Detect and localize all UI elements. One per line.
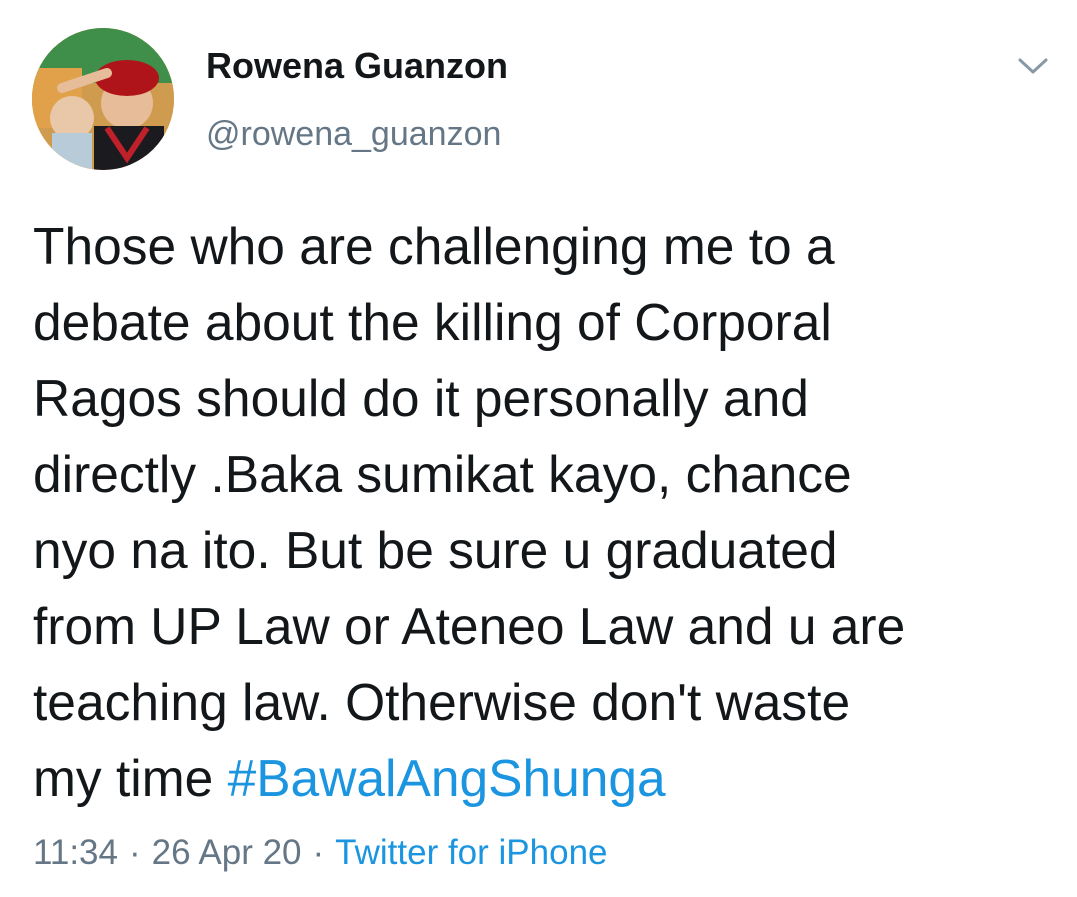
tweet-text-line: Those who are challenging me to a bbox=[33, 217, 835, 275]
tweet-options-button[interactable] bbox=[1008, 44, 1058, 88]
tweet-text-last-line: my time #BawalAngShunga bbox=[33, 740, 1063, 816]
display-name[interactable]: Rowena Guanzon bbox=[206, 44, 508, 88]
avatar[interactable] bbox=[32, 28, 174, 170]
author-block: Rowena Guanzon @rowena_guanzon bbox=[206, 44, 508, 154]
tweet-source-link[interactable]: Twitter for iPhone bbox=[335, 833, 607, 872]
tweet-text-line: nyo na ito. But be sure u graduated bbox=[33, 521, 838, 579]
tweet-text-line: debate about the killing of Corporal bbox=[33, 293, 832, 351]
tweet-text-line: my time bbox=[33, 749, 228, 807]
user-handle[interactable]: @rowena_guanzon bbox=[206, 114, 508, 154]
tweet-meta: 11:34 · 26 Apr 20 · Twitter for iPhone bbox=[33, 830, 608, 876]
meta-separator: · bbox=[312, 833, 325, 872]
tweet-date[interactable]: 26 Apr 20 bbox=[152, 833, 302, 872]
tweet-text: Those who are challenging me to a debate… bbox=[33, 208, 1063, 816]
tweet-text-line: from UP Law or Ateneo Law and u are bbox=[33, 597, 906, 655]
tweet-time[interactable]: 11:34 bbox=[33, 833, 118, 872]
hashtag-link[interactable]: #BawalAngShunga bbox=[228, 749, 666, 807]
tweet-text-line: Ragos should do it personally and bbox=[33, 369, 809, 427]
tweet-text-line: teaching law. Otherwise don't waste bbox=[33, 673, 851, 731]
meta-separator: · bbox=[129, 833, 141, 872]
tweet-card: Rowena Guanzon @rowena_guanzon Those who… bbox=[0, 0, 1077, 897]
avatar-photo bbox=[32, 28, 174, 170]
chevron-down-icon bbox=[1018, 58, 1048, 74]
tweet-text-line: directly .Baka sumikat kayo, chance bbox=[33, 445, 852, 503]
